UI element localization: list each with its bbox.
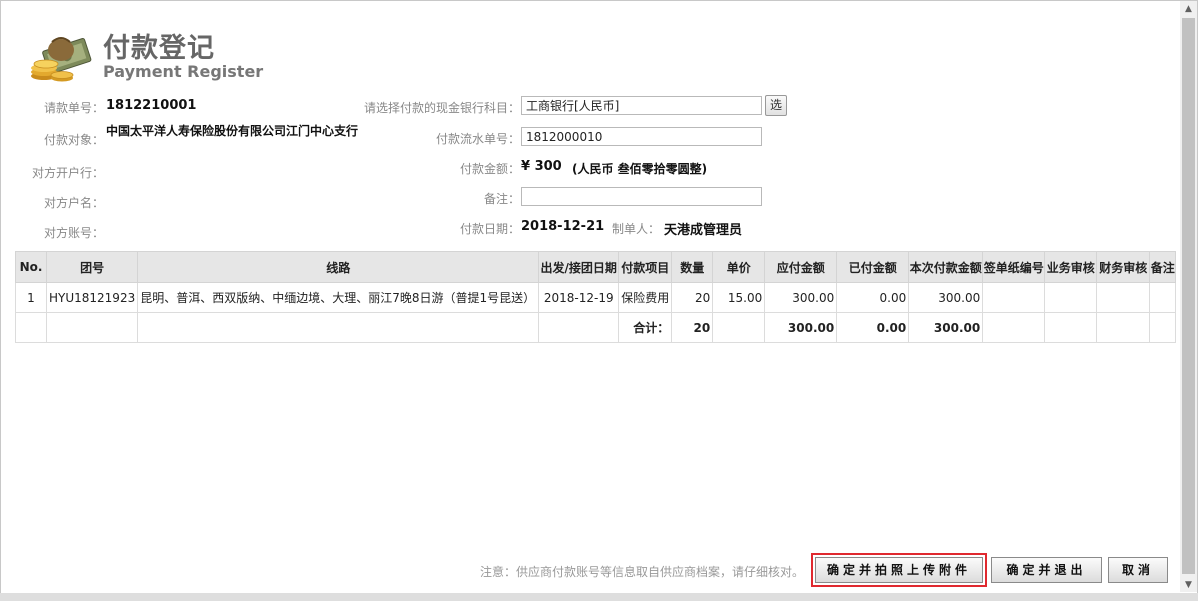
col-header-route: 线路 (137, 251, 540, 283)
total-paid: 0.00 (836, 312, 910, 343)
account-name-label: 对方户名： (43, 196, 104, 210)
total-empty-cell (1149, 312, 1177, 343)
table-total-row: 合计： 20 300.00 0.00 300.00 (15, 312, 1177, 343)
col-header-group: 团号 (45, 251, 139, 283)
amount-label: 付款金额： (459, 162, 520, 176)
cell-fin-audit (1096, 282, 1151, 313)
col-header-current: 本次付款金额 (908, 251, 984, 283)
serial-label: 付款流水单号： (435, 132, 520, 146)
cell-item: 保险费用 (618, 282, 673, 313)
total-empty-cell (538, 312, 620, 343)
cell-biz-audit (1044, 282, 1098, 313)
account-no-label: 对方账号： (43, 226, 104, 240)
table-header-row: No. 团号 线路 出发/接团日期 付款项目 数量 单价 应付金额 已付金额 本… (15, 251, 1177, 283)
total-empty-cell (45, 312, 139, 343)
maker-label: 制单人： (611, 222, 660, 236)
payee-value: 中国太平洋人寿保险股份有限公司江门中心支行 (106, 124, 359, 138)
cell-paid: 0.00 (836, 282, 910, 313)
cell-no: 1 (15, 282, 47, 313)
request-no-label: 请款单号： (43, 101, 104, 115)
payment-table: No. 团号 线路 出发/接团日期 付款项目 数量 单价 应付金额 已付金额 本… (15, 251, 1177, 343)
maker-value: 天港成管理员 (664, 223, 743, 238)
total-empty-cell (982, 312, 1046, 343)
scroll-down-arrow-icon[interactable]: ▼ (1183, 578, 1194, 592)
amount-words: (人民币 叁佰零拾零圆整) (572, 162, 708, 176)
amount-value: ¥ 300 (521, 159, 562, 174)
cell-sign-no (982, 282, 1046, 313)
cash-account-label: 请选择付款的现金银行科目： (363, 101, 520, 115)
cell-price: 15.00 (712, 282, 766, 313)
table-row: 1 HYU18121923 昆明、普洱、西双版纳、中缅边境、大理、丽江7晚8日游… (15, 282, 1177, 313)
cell-qty: 20 (671, 282, 714, 313)
total-current: 300.00 (908, 312, 984, 343)
confirm-exit-button[interactable]: 确定并退出 (991, 557, 1102, 583)
scroll-up-arrow-icon[interactable]: ▲ (1183, 2, 1194, 16)
col-header-payable: 应付金额 (764, 251, 838, 283)
cell-route: 昆明、普洱、西双版纳、中缅边境、大理、丽江7晚8日游（普提1号昆送） (137, 282, 540, 313)
horizontal-scrollbar[interactable] (0, 593, 1198, 601)
total-empty-cell (1044, 312, 1098, 343)
request-no-value: 1812210001 (106, 98, 197, 113)
date-label: 付款日期： (459, 222, 520, 236)
cancel-button[interactable]: 取消 (1108, 557, 1168, 583)
total-payable: 300.00 (764, 312, 838, 343)
scrollbar-thumb[interactable] (1182, 18, 1195, 574)
serial-input[interactable] (521, 127, 762, 146)
page-title: 付款登记 (103, 33, 215, 64)
cell-remark (1149, 282, 1177, 313)
col-header-no: No. (15, 251, 47, 283)
col-header-biz-audit: 业务审核 (1044, 251, 1098, 283)
bank-label: 对方开户行： (31, 166, 104, 180)
money-bag-coins-icon (31, 37, 92, 82)
cash-account-input[interactable] (521, 96, 762, 115)
remark-input[interactable] (521, 187, 762, 206)
page-subtitle: Payment Register (103, 62, 264, 81)
total-empty-cell (1096, 312, 1151, 343)
remark-label: 备注： (483, 192, 520, 206)
cell-current: 300.00 (908, 282, 984, 313)
col-header-fin-audit: 财务审核 (1096, 251, 1151, 283)
confirm-upload-button[interactable]: 确定并拍照上传附件 (815, 557, 983, 583)
total-empty-cell (712, 312, 766, 343)
col-header-date: 出发/接团日期 (538, 251, 620, 283)
col-header-paid: 已付金额 (836, 251, 910, 283)
date-value: 2018-12-21 (521, 219, 605, 234)
total-qty: 20 (671, 312, 714, 343)
footer-note: 注意：供应商付款账号等信息取自供应商档案，请仔细核对。 (480, 565, 805, 579)
col-header-price: 单价 (712, 251, 766, 283)
col-header-item: 付款项目 (618, 251, 673, 283)
select-account-button[interactable]: 选 (765, 95, 787, 116)
cell-group: HYU18121923 (45, 282, 139, 313)
col-header-sign-no: 签单纸编号 (982, 251, 1046, 283)
total-empty-cell (15, 312, 47, 343)
total-empty-cell (137, 312, 540, 343)
col-header-remark: 备注 (1149, 251, 1177, 283)
cell-payable: 300.00 (764, 282, 838, 313)
total-label: 合计： (618, 312, 673, 343)
payee-label: 付款对象： (43, 133, 104, 147)
cell-date: 2018-12-19 (538, 282, 620, 313)
col-header-qty: 数量 (671, 251, 714, 283)
